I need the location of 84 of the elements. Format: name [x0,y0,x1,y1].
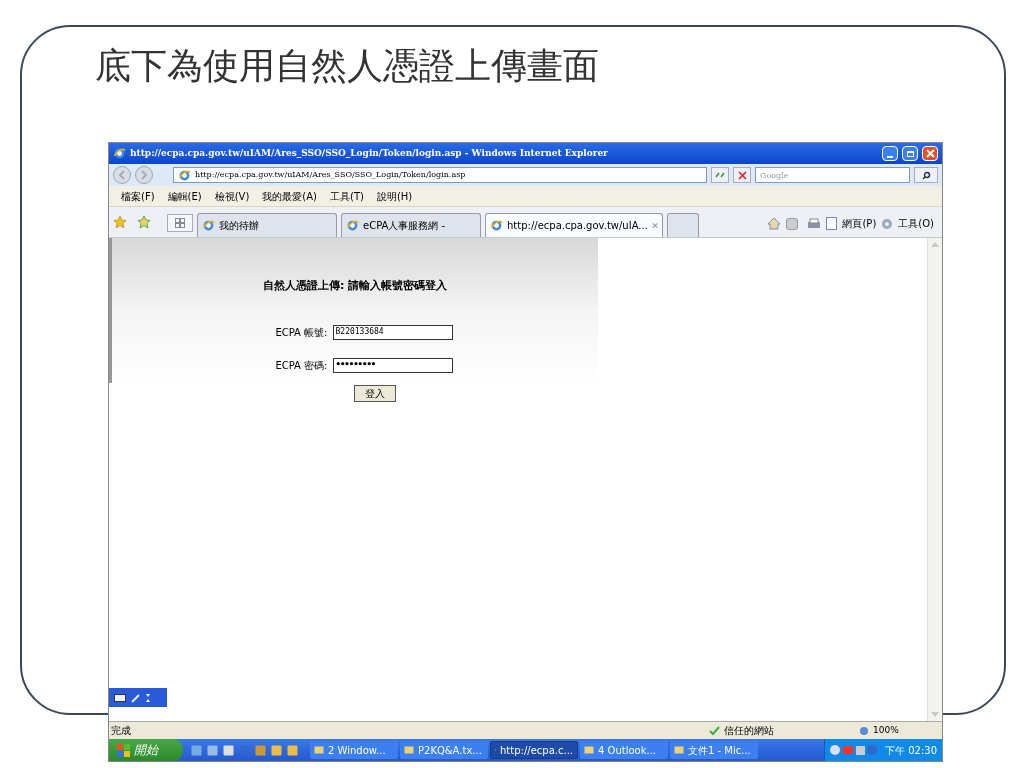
taskbar-label: 2 Window... [328,743,386,758]
page-heading: 自然人憑證上傳: 請輸入帳號密碼登入 [262,278,448,294]
search-field[interactable]: Google [755,167,910,183]
search-icon [921,170,931,180]
password-field[interactable]: ••••••••• [332,357,453,373]
keyboard-icon [114,693,126,702]
quick-launch-icon[interactable] [271,744,282,756]
menu-item[interactable]: 工具(T) [330,188,364,204]
page-menu[interactable]: 網頁(P) [842,216,877,231]
back-icon [117,170,127,180]
tab-label: http://ecpa.cpa.gov.tw/uIA... [507,219,648,233]
forward-button[interactable] [135,166,153,184]
window-title: http://ecpa.cpa.gov.tw/uIAM/Ares_SSO/SSO_Login/Token/login.asp - Windows Internet Explorer [130,146,609,160]
printer-icon[interactable] [807,217,822,230]
status-text: 完成 [110,724,132,738]
stop-button[interactable] [733,167,751,183]
language-bar[interactable] [109,688,167,707]
tab-label: 我的待辦 [219,219,260,233]
taskbar-label: 4 Outlook... [598,743,656,758]
taskbar-button[interactable]: http://ecpa.c... [490,741,578,759]
taskbar-button[interactable]: P2KQ&A.tx... [400,741,488,759]
tab-label: eCPA人事服務網 - [363,219,447,233]
pen-icon [131,692,141,703]
taskbar-label: P2KQ&A.tx... [418,743,482,758]
taskbar-button[interactable]: 文件1 - Mic... [670,741,758,759]
refresh-button[interactable] [711,167,729,183]
scroll-up-icon[interactable] [931,242,939,247]
forward-icon [139,170,149,180]
scroll-down-icon[interactable] [931,712,939,717]
new-tab-button[interactable] [667,213,699,237]
close-button[interactable] [922,146,938,161]
browser-tab[interactable]: http://ecpa.cpa.gov.tw/uIA... [485,213,663,237]
address-field[interactable]: http://ecpa.cpa.gov.tw/uIAM/Ares_SSO/SSO_Login/Token/login.asp [173,167,707,183]
favorites-star-icon[interactable] [113,215,127,229]
login-button[interactable]: 登入 [354,384,396,402]
close-tab-icon[interactable] [651,222,658,229]
options-icon [146,692,150,703]
slide-title: 底下為使用自然人憑證上傳畫面 [95,45,599,86]
windows-logo-icon [117,743,130,757]
start-button[interactable]: 開始 [109,739,183,761]
quick-launch-icon[interactable] [255,744,266,756]
menu-item[interactable]: 檢視(V) [214,188,250,204]
page-icon [826,217,838,230]
back-button[interactable] [113,166,131,184]
zoom-icon [859,725,869,736]
field-label: ECPA 帳號: [274,325,328,340]
search-button[interactable] [914,167,938,183]
menu-item[interactable]: 我的最愛(A) [262,188,317,204]
browser-tab[interactable]: 我的待辦 [197,213,337,237]
home-icon[interactable] [767,217,782,230]
security-zone: 信任的網站 [724,724,774,738]
taskbar-button[interactable]: 2 Window... [310,741,398,759]
page-icon [346,219,359,232]
grid-icon [175,218,185,228]
page-icon [490,219,503,232]
clock: 下午 02:30 [885,743,937,758]
address-url: http://ecpa.cpa.gov.tw/uIAM/Ares_SSO/SSO_Login/Token/login.asp [195,169,466,181]
menu-item[interactable]: 編輯(E) [167,188,202,204]
stop-icon [737,170,747,180]
menu-item[interactable]: 檔案(F) [121,188,155,204]
quick-launch-icon[interactable] [223,744,234,756]
scrollbar[interactable] [927,238,942,721]
taskbar-label: http://ecpa.c... [500,743,573,758]
restore-button[interactable] [902,146,918,161]
quick-tabs-button[interactable] [167,214,193,232]
close-icon [925,149,935,158]
tools-menu[interactable]: 工具(O) [898,216,934,231]
zoom-level[interactable]: 100% [873,723,899,738]
check-icon [709,725,720,736]
quick-launch-icon[interactable] [207,744,218,756]
quick-launch-icon[interactable] [191,744,202,756]
taskbar-button[interactable]: 4 Outlook... [580,741,668,759]
add-favorite-icon[interactable] [137,215,151,229]
browser-tab[interactable]: eCPA人事服務網 - [341,213,481,237]
page-icon [178,168,191,182]
browser-icon [113,147,126,160]
taskbar-label: 文件1 - Mic... [688,743,751,758]
account-field[interactable]: B220133684 [332,324,453,340]
minimize-button[interactable] [882,146,898,161]
quick-launch-icon[interactable] [287,744,298,756]
field-label: ECPA 密碼: [274,358,328,373]
page-icon [202,219,215,232]
menu-item[interactable]: 說明(H) [376,188,413,204]
gear-icon [881,217,894,230]
